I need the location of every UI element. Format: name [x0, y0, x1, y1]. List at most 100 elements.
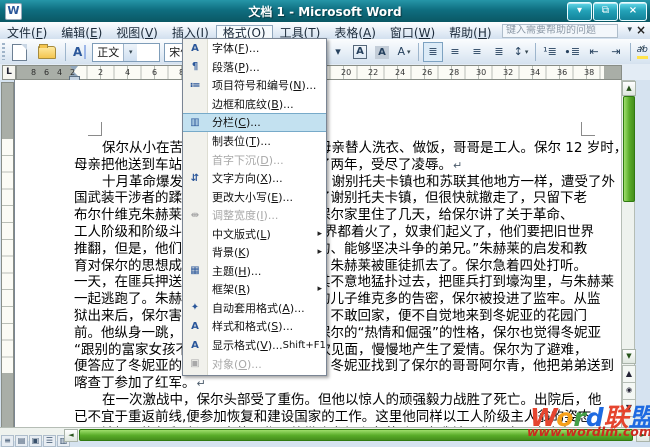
tab-selector[interactable]: L [2, 65, 16, 80]
close-button[interactable]: × [619, 2, 647, 21]
view-buttons: ≡▤▣☰▥ [0, 428, 70, 447]
document-close-icon[interactable]: × [636, 23, 646, 37]
scroll-down-icon[interactable]: ▼ [622, 349, 636, 364]
font-size-combo-arrow-icon: ▾ [335, 44, 341, 60]
document-line: 喀查丁参加了红军。↵ [74, 375, 619, 392]
document-line: 国武装干涉者的蹂躏。红军曾经一度解放了谢别托夫卡镇，但很快就撤走了，只留下老 [74, 190, 619, 207]
autoformat-icon: ✦ [183, 302, 207, 313]
align-right-icon: ≡ [472, 44, 481, 60]
open-button[interactable] [33, 42, 61, 62]
normal-view-button[interactable]: ≡ [1, 435, 14, 447]
format-menu-items: A字体(F)...¶段落(P)...≔项目符号和编号(N)...边框和底纹(B)… [183, 39, 326, 375]
ruler-margin-number: 4 [57, 68, 62, 77]
menu-item-段落[interactable]: ¶段落(P)... [183, 58, 326, 77]
document-line: 布尔什维克朱赫莱在镇上工作。朱赫莱在保尔家里住了几天，给保尔讲了关于革命、 [74, 207, 619, 224]
help-dropdown-arrow-icon[interactable]: ▾ [627, 25, 632, 35]
menu-item-样式和格式[interactable]: A样式和格式(S)... [183, 317, 326, 336]
wordlm-url: www.wordlm.com [527, 424, 650, 439]
vertical-ruler[interactable] [1, 82, 14, 429]
menu-item-调整宽度[interactable]: ⇹调整宽度(I)... [183, 206, 326, 225]
decrease-indent-button[interactable]: ⇤ [584, 42, 604, 62]
menu-item-中文版式[interactable]: 中文版式(L) ▸ [183, 224, 326, 243]
style-combo[interactable]: 正文 ▾ [92, 43, 160, 62]
menu-item-label: 框架(R) [207, 281, 250, 297]
distributed-align-button[interactable]: ≣ [489, 42, 509, 62]
submenu-arrow-icon: ▸ [317, 229, 322, 239]
menu-item-主题[interactable]: ▦主题(H)... [183, 262, 326, 281]
menu-item-对象[interactable]: ▣对象(O)... [183, 354, 326, 373]
menu-item-label: 首字下沉(D)... [207, 152, 284, 168]
document-line: 保尔从小在苦水中长大，早年丧父，母亲替人洗衣、做饭，哥哥是工人。保尔 12 岁时… [74, 140, 622, 157]
menu-item-label: 边框和底纹(B)... [207, 96, 294, 112]
title-bar: W 文档 1 - Microsoft Word ▾ ⧉ × [0, 0, 650, 23]
character-border-button[interactable]: A [350, 42, 370, 62]
style-combo-value: 正文 [97, 44, 119, 60]
style-combo-arrow-icon[interactable]: ▾ [123, 44, 137, 61]
menu-item-label: 更改大小写(E)... [207, 189, 293, 205]
ruler-number: 26 [422, 68, 432, 77]
bullets-button[interactable]: ∙≣ [562, 42, 582, 62]
restore-button[interactable]: ⧉ [593, 2, 618, 21]
styles-pane-button[interactable]: A [73, 45, 86, 59]
document-line: 前。他纵身一跳，跃过栅栏。冬妮亚喜欢保尔的“热情和倔强”的性格，保尔也觉得冬妮亚 [74, 325, 619, 342]
decrease-indent-icon: ⇤ [589, 44, 598, 60]
vertical-scroll-thumb[interactable] [623, 96, 635, 202]
document-line: 一天，在匪兵押送朱赫莱的路上，保尔出其不意地猛扑过去，把匪兵打到壕沟里，与朱赫莱 [74, 274, 619, 291]
menu-item-首字下沉[interactable]: 首字下沉(D)... [183, 150, 326, 169]
increase-indent-button[interactable]: ⇥ [606, 42, 626, 62]
ruler-margin-number: 8 [31, 68, 36, 77]
document-line: 推翻，但是，他们需要的是无数勇敢坚强的、能够坚决斗争的弟兄。”朱赫莱的启发和教 [74, 241, 619, 258]
menu-item-label: 中文版式(L) [207, 226, 271, 242]
new-document-button[interactable] [8, 42, 31, 62]
document-line: 一起逃跑了。朱赫莱脱了险。由于林务官的儿子维克多的告密，保尔被投进了监牢。从监 [74, 291, 619, 308]
submenu-arrow-icon: ▸ [317, 284, 322, 294]
print-layout-view-button[interactable]: ▣ [29, 435, 42, 447]
help-input[interactable]: 键入需要帮助的问题 [502, 24, 618, 38]
numbering-icon: ¹≣ [543, 44, 557, 60]
distributed-align-icon: ≣ [494, 44, 503, 60]
scroll-left-icon[interactable]: ◄ [64, 429, 78, 442]
document-line: “跟别的富家女孩不一样，很有教养”。几次见面，慢慢地产生了爱情。保尔为了避难， [74, 342, 619, 359]
menu-item-自动套用格式[interactable]: ✦自动套用格式(A)... [183, 299, 326, 318]
menu-item-显示格式[interactable]: A显示格式(V)...Shift+F1 [183, 336, 326, 355]
numbering-button[interactable]: ¹≣ [540, 42, 560, 62]
ruler-number: 38 [584, 68, 594, 77]
web-layout-view-button[interactable]: ▤ [15, 435, 28, 447]
ruler-number: 22 [368, 68, 378, 77]
previous-page-button[interactable]: ▲ [622, 365, 636, 383]
increase-indent-icon: ⇥ [611, 44, 620, 60]
format-menu-popup: A字体(F)...¶段落(P)...≔项目符号和编号(N)...边框和底纹(B)… [182, 38, 327, 376]
scroll-up-icon[interactable]: ▲ [622, 81, 636, 96]
submenu-arrow-icon: ▸ [317, 247, 322, 257]
align-center-button[interactable]: ≡ [445, 42, 465, 62]
outline-view-button[interactable]: ☰ [43, 435, 56, 447]
menu-item-制表位[interactable]: 制表位(T)... [183, 132, 326, 151]
word-window: W 文档 1 - Microsoft Word ▾ ⧉ × 文件(F)编辑(E)… [0, 0, 650, 440]
font-size-combo-arrow-button[interactable]: ▾ [328, 42, 348, 62]
reveal-formatting-icon: A [183, 340, 207, 351]
menu-item-字体[interactable]: A字体(F)... [183, 39, 326, 58]
menu-item-更改大小写[interactable]: 更改大小写(E)... [183, 187, 326, 206]
line-spacing-button[interactable]: ↕▾ [511, 42, 531, 62]
character-scaling-button[interactable]: A▾ [394, 42, 414, 62]
character-border-icon: A [353, 45, 367, 59]
vertical-scrollbar[interactable]: ▲ ▼ ▲ ◉ ▼ [621, 80, 635, 428]
vruler-top-margin [2, 83, 13, 139]
text-boundary-mark-right [581, 122, 595, 136]
toolbar-separator [418, 43, 419, 61]
menu-item-项目符号和编号[interactable]: ≔项目符号和编号(N)... [183, 76, 326, 95]
menu-item-label: 背景(K) [207, 244, 250, 260]
menu-item-文字方向[interactable]: ⇵文字方向(X)... [183, 169, 326, 188]
toolbar-overflow-icon[interactable]: » [636, 43, 648, 54]
menu-item-框架[interactable]: 框架(R) ▸ [183, 280, 326, 299]
menu-item-分栏[interactable]: ▥分栏(C)... [183, 113, 326, 132]
toolbar-grip[interactable] [2, 43, 5, 60]
character-shading-button[interactable]: A [372, 42, 392, 62]
menu-item-背景[interactable]: 背景(K) ▸ [183, 243, 326, 262]
menu-item-边框和底纹[interactable]: 边框和底纹(B)... [183, 95, 326, 114]
minimize-button[interactable]: ▾ [567, 2, 592, 21]
align-justify-button[interactable]: ≣ [423, 42, 443, 62]
align-right-button[interactable]: ≡ [467, 42, 487, 62]
menu-item-label: 对象(O)... [207, 356, 262, 372]
theme-icon: ▦ [183, 265, 207, 276]
